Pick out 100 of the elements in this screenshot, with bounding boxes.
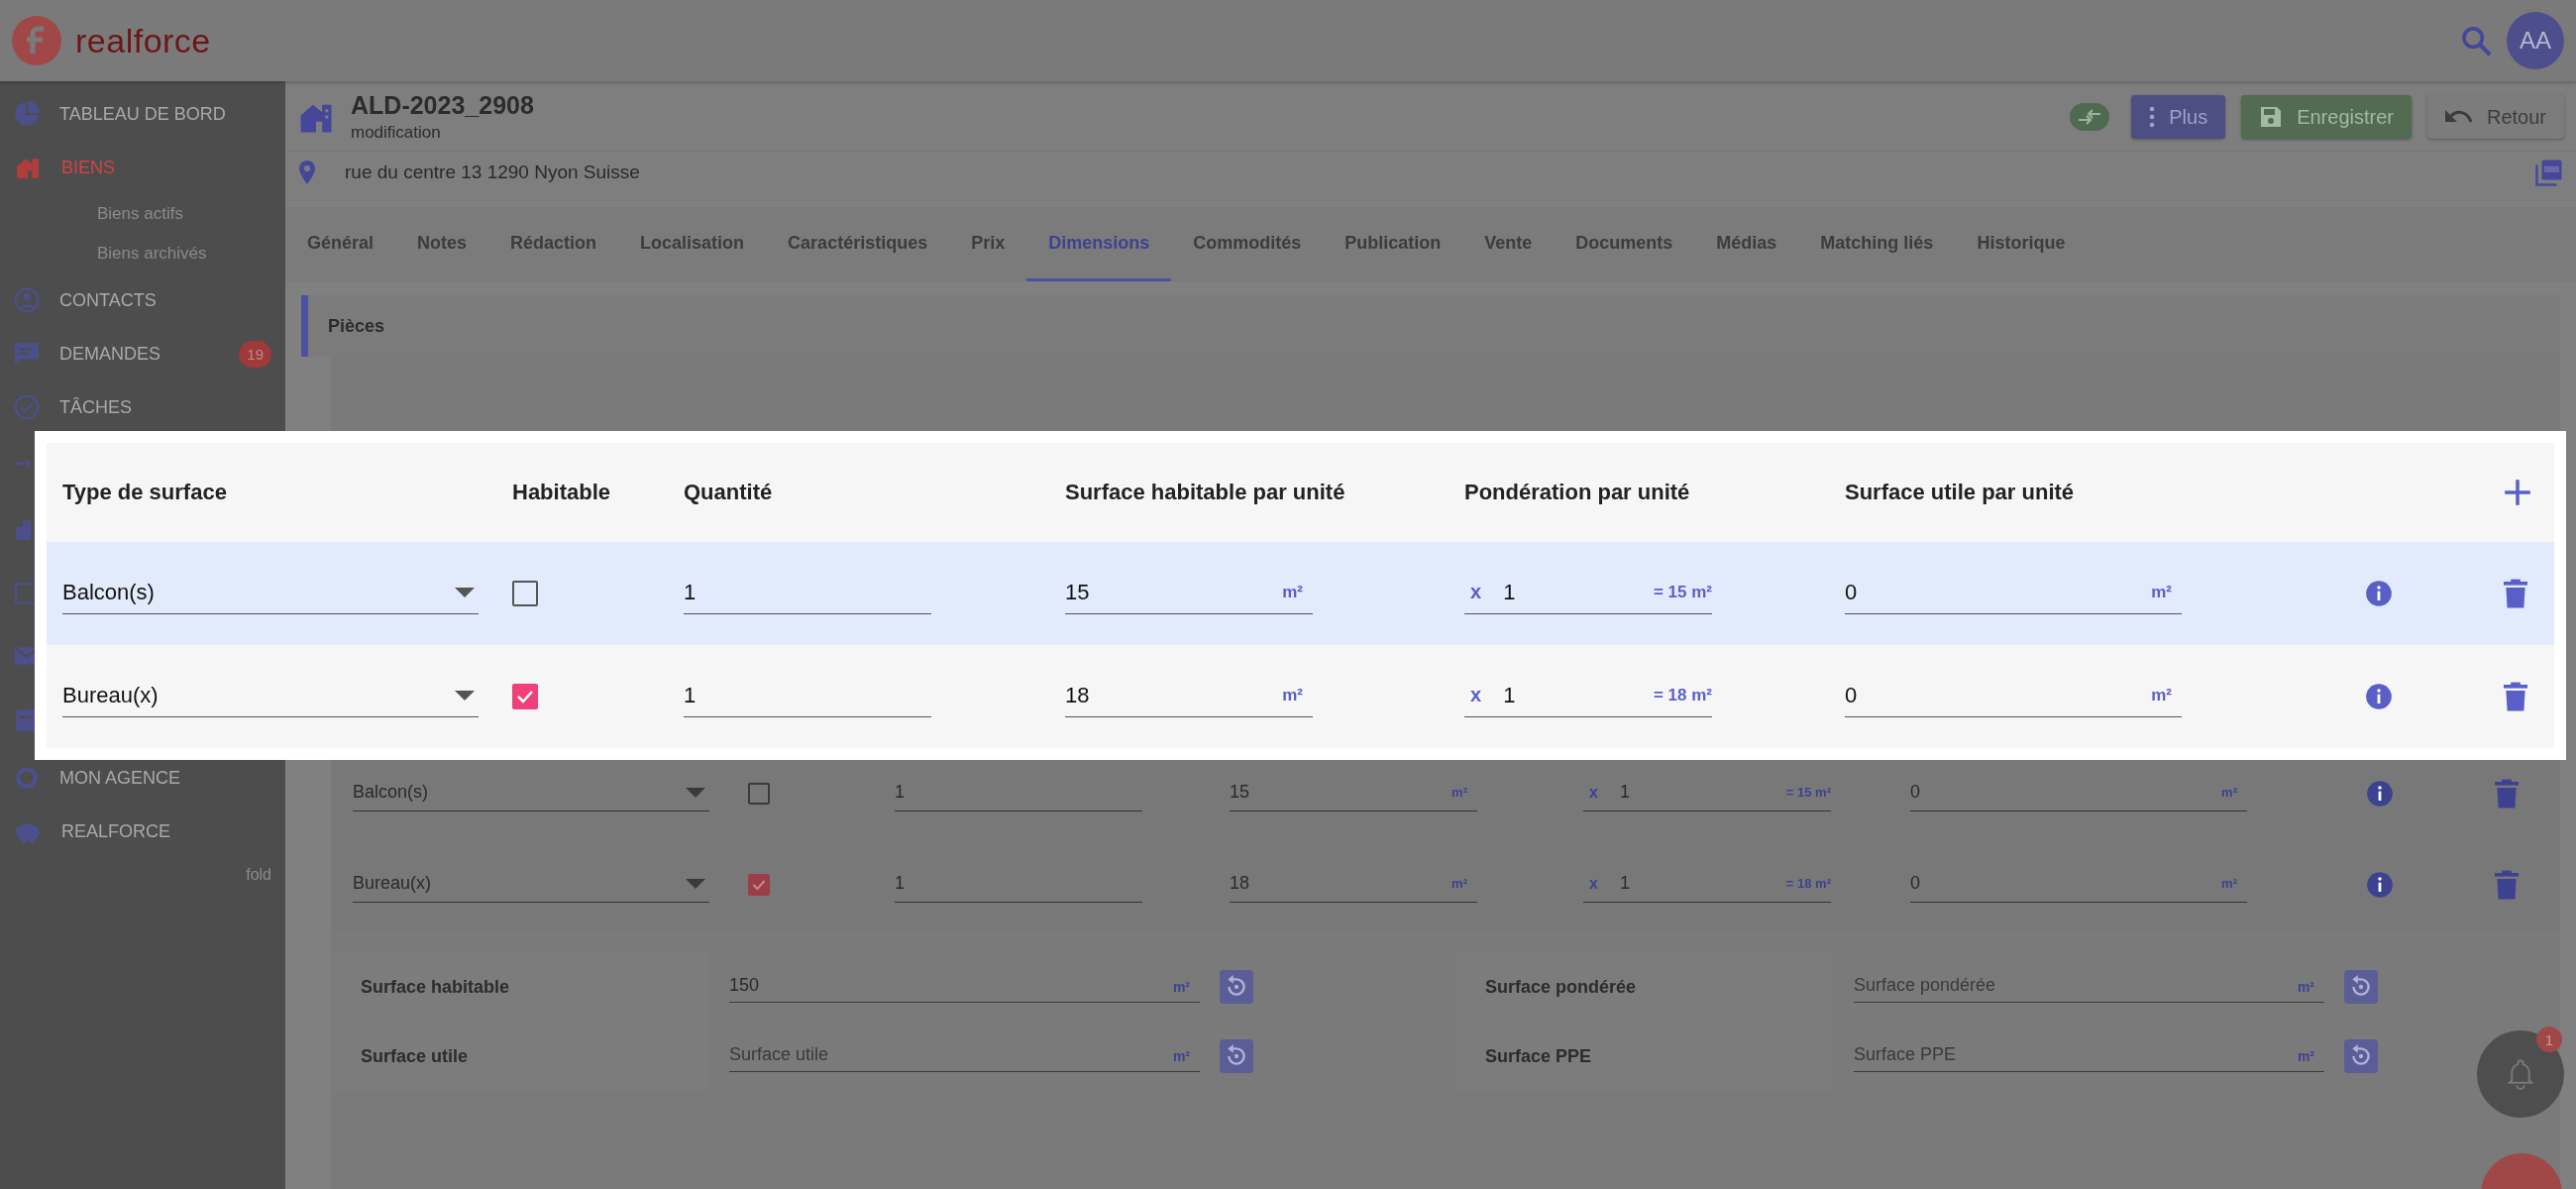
column-header: Pondération par unité — [1464, 480, 1691, 505]
sidebar-subitem[interactable]: Biens archivés — [97, 244, 207, 264]
weighted-result: = 18 m² — [1785, 876, 1831, 891]
tab[interactable]: Rédaction — [488, 207, 619, 281]
sidebar-item[interactable]: MON AGENCE — [59, 767, 181, 789]
section-accent-bar — [301, 295, 308, 357]
info-icon[interactable] — [2365, 683, 2393, 710]
surface-field[interactable]: 15 m² — [1230, 776, 1477, 811]
brand-name: realforce — [75, 21, 211, 60]
weighted-result: = 15 m² — [1653, 582, 1712, 602]
tab[interactable]: Publication — [1323, 207, 1463, 281]
useful-surface-field[interactable]: 0 m² — [1910, 867, 2247, 903]
chat-icon — [14, 342, 40, 366]
tab[interactable]: Médias — [1694, 207, 1799, 281]
surface-type-select[interactable]: Bureau(x) — [353, 867, 709, 903]
recalculate-button[interactable] — [2344, 970, 2378, 1004]
info-icon[interactable] — [2366, 780, 2394, 808]
weighting-field[interactable]: x 1 = 18 m² — [1464, 676, 1712, 717]
surface-field[interactable]: Surface pondérée — [1854, 971, 2298, 1003]
tab[interactable]: Dimensions — [1026, 207, 1172, 281]
surface-field[interactable]: 150 — [729, 971, 1173, 1003]
column-header: Habitable — [512, 480, 612, 505]
trash-icon[interactable] — [2495, 870, 2519, 900]
sidebar-item[interactable]: CONTACTS — [59, 289, 157, 311]
location-pin-icon — [299, 161, 315, 184]
weighting-field[interactable]: x 1 = 15 m² — [1583, 776, 1831, 811]
caret-icon — [455, 690, 475, 701]
unit-label: m² — [1282, 685, 1304, 705]
quantity-field[interactable]: 1 — [684, 676, 931, 717]
surface-type-select[interactable]: Balcon(s) — [62, 573, 479, 614]
multiply-sign: x — [1469, 684, 1483, 706]
useful-surface-field[interactable]: 0 m² — [1910, 776, 2247, 811]
habitable-checkbox[interactable] — [512, 581, 538, 606]
sidebar-item[interactable]: BIENS — [61, 157, 116, 178]
trash-icon[interactable] — [2504, 682, 2527, 711]
tab[interactable]: Général — [285, 207, 396, 281]
tab[interactable]: Matching liés — [1798, 207, 1956, 281]
sidebar-item[interactable]: DEMANDES — [59, 343, 161, 365]
house-icon — [14, 156, 42, 179]
save-button[interactable]: Enregistrer — [2241, 95, 2412, 139]
recalculate-button[interactable] — [2344, 1039, 2378, 1073]
habitable-checkbox[interactable] — [748, 874, 770, 896]
weighted-result: = 15 m² — [1785, 785, 1831, 800]
clipboard-icon — [14, 706, 38, 732]
sidebar-subitem[interactable]: Biens actifs — [97, 204, 183, 224]
tab[interactable]: Localisation — [618, 207, 767, 281]
logo-icon — [12, 16, 61, 65]
surface-field[interactable]: Surface utile — [729, 1040, 1173, 1072]
tab[interactable]: Notes — [395, 207, 489, 281]
more-button[interactable]: Plus — [2131, 95, 2226, 139]
quantity-field[interactable]: 1 — [684, 573, 931, 614]
sidebar-item[interactable]: TÂCHES — [59, 396, 132, 418]
search-icon[interactable] — [2459, 24, 2493, 57]
weighting-field[interactable]: x 1 = 15 m² — [1464, 573, 1712, 614]
swap-arrows-icon — [2077, 108, 2103, 126]
surface-field[interactable]: 18 m² — [1065, 676, 1313, 717]
unit-label: m² — [1451, 785, 1468, 800]
pie-chart-icon — [14, 101, 40, 127]
trash-icon[interactable] — [2495, 779, 2519, 809]
recalculate-button[interactable] — [1220, 1039, 1253, 1073]
tab[interactable]: Commodités — [1171, 207, 1324, 281]
check-circle-icon — [14, 394, 40, 420]
habitable-checkbox[interactable] — [512, 684, 538, 709]
sidebar-item[interactable]: REALFORCE — [61, 820, 171, 842]
unit-label: m² — [1451, 876, 1468, 891]
multiply-sign: x — [1469, 581, 1483, 603]
trash-icon[interactable] — [2504, 579, 2527, 608]
toggle-button[interactable] — [2070, 103, 2110, 131]
more-vertical-icon — [2149, 105, 2156, 129]
surface-field[interactable]: 18 m² — [1230, 867, 1477, 903]
back-button[interactable]: Retour — [2426, 95, 2564, 139]
sidebar-item[interactable]: TABLEAU DE BORD — [59, 103, 226, 125]
tab[interactable]: Prix — [949, 207, 1027, 281]
surface-field[interactable]: Surface PPE — [1854, 1040, 2298, 1072]
recalculate-button[interactable] — [1220, 970, 1253, 1004]
useful-surface-field[interactable]: 0 m² — [1845, 676, 2182, 717]
unit-label: m² — [2151, 685, 2173, 705]
caret-icon — [455, 587, 475, 597]
tab[interactable]: Historique — [1955, 207, 2088, 281]
pdf-icon[interactable] — [2534, 158, 2564, 187]
table-row[interactable]: Balcon(s) 1 15 m² x 1 = 15 m² 0 m² — [47, 542, 2554, 645]
count-badge: 19 — [239, 340, 271, 368]
info-icon[interactable] — [2366, 871, 2394, 899]
quantity-field[interactable]: 1 — [895, 867, 1142, 903]
habitable-checkbox[interactable] — [748, 783, 770, 805]
avatar[interactable]: AA — [2507, 12, 2564, 69]
add-icon[interactable] — [2504, 479, 2531, 506]
useful-surface-field[interactable]: 0 m² — [1845, 573, 2182, 614]
tab[interactable]: Vente — [1462, 207, 1555, 281]
weighting-field[interactable]: x 1 = 18 m² — [1583, 867, 1831, 903]
tab[interactable]: Caractéristiques — [766, 207, 950, 281]
surface-type-select[interactable]: Bureau(x) — [62, 676, 479, 717]
unit-label: m² — [1172, 971, 1200, 1003]
tab[interactable]: Documents — [1554, 207, 1695, 281]
fold-link[interactable]: fold — [232, 858, 285, 892]
info-icon[interactable] — [2365, 580, 2393, 607]
surface-field[interactable]: 15 m² — [1065, 573, 1313, 614]
surface-type-select[interactable]: Balcon(s) — [353, 776, 709, 811]
unit-label: m² — [2221, 785, 2238, 800]
quantity-field[interactable]: 1 — [895, 776, 1142, 811]
